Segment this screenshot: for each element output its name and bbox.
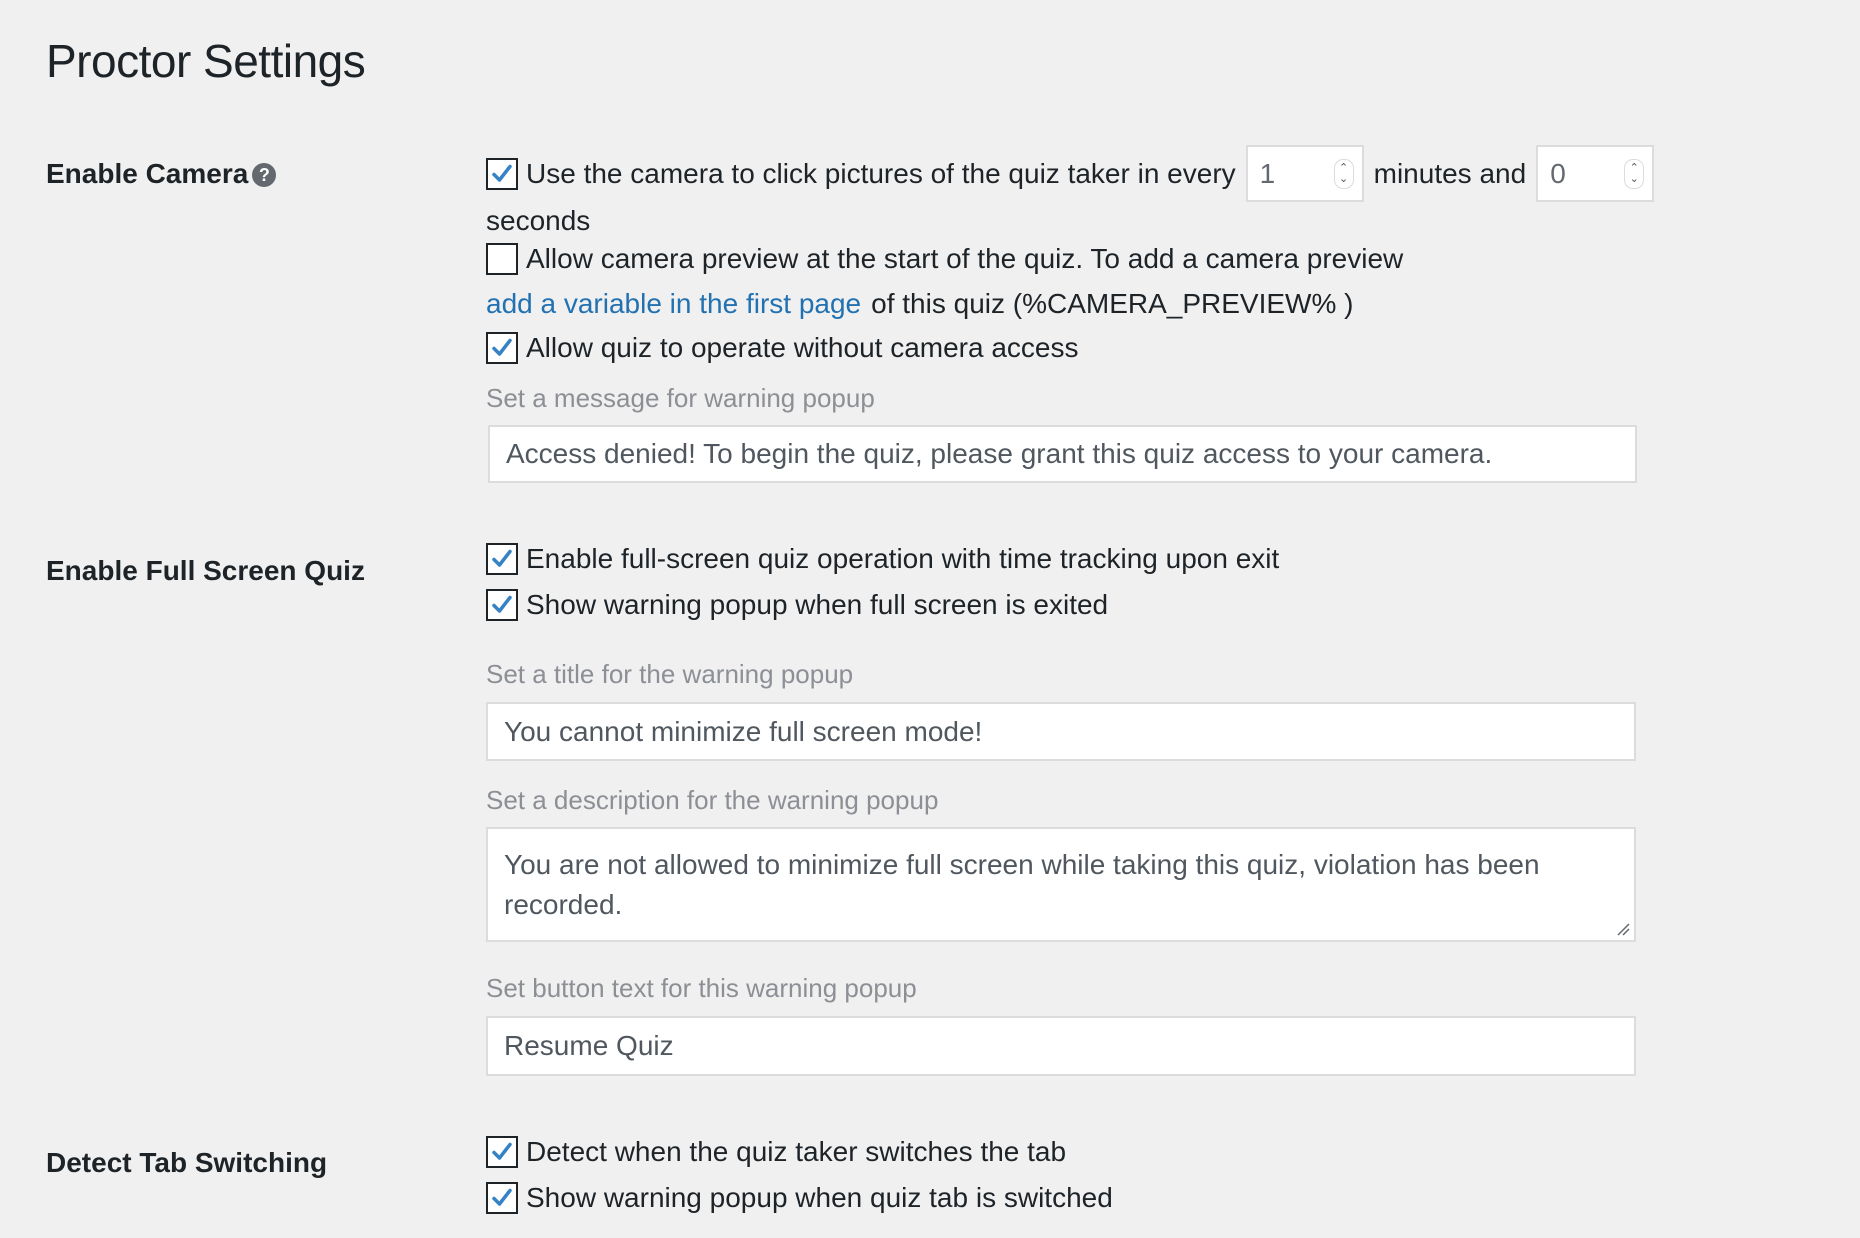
fullscreen-enable-row: Enable full-screen quiz operation with t… bbox=[486, 543, 1279, 575]
fullscreen-enable-checkbox[interactable] bbox=[486, 543, 518, 575]
minutes-spinner[interactable]: ⌃ ⌄ bbox=[1333, 158, 1354, 189]
fullscreen-warning-text: Show warning popup when full screen is e… bbox=[526, 589, 1109, 620]
popup-title-input[interactable]: You cannot minimize full screen mode! bbox=[486, 702, 1636, 761]
checkmark-icon bbox=[492, 164, 512, 182]
popup-button-input[interactable]: Resume Quiz bbox=[486, 1016, 1636, 1076]
fullscreen-label: Enable Full Screen Quiz bbox=[46, 555, 365, 586]
camera-capture-row: Use the camera to click pictures of the … bbox=[486, 145, 1664, 202]
checkmark-icon bbox=[492, 1142, 512, 1160]
camera-capture-text: Use the camera to click pictures of the … bbox=[526, 157, 1236, 189]
popup-title-label: Set a title for the warning popup bbox=[486, 659, 854, 689]
without-access-row: Allow quiz to operate without camera acc… bbox=[486, 332, 1079, 364]
popup-button-label: Set button text for this warning popup bbox=[486, 973, 917, 1003]
tab-detect-row: Detect when the quiz taker switches the … bbox=[486, 1136, 1066, 1168]
warning-message-value: Access denied! To begin the quiz, please… bbox=[506, 438, 1493, 469]
tab-switching-label: Detect Tab Switching bbox=[46, 1147, 328, 1178]
camera-preview-text: Allow camera preview at the start of the… bbox=[526, 243, 1404, 274]
warning-message-label: Set a message for warning popup bbox=[486, 383, 875, 413]
popup-button-value: Resume Quiz bbox=[504, 1030, 674, 1061]
without-access-checkbox[interactable] bbox=[486, 332, 518, 364]
checkmark-icon bbox=[492, 1188, 512, 1206]
popup-description-textarea[interactable]: You are not allowed to minimize full scr… bbox=[486, 827, 1636, 942]
seconds-input[interactable]: 0 ⌃ ⌄ bbox=[1536, 145, 1655, 202]
chevron-up-icon[interactable]: ⌃ bbox=[1630, 162, 1639, 174]
chevron-down-icon[interactable]: ⌄ bbox=[1630, 173, 1639, 185]
camera-preview-checkbox[interactable] bbox=[486, 243, 518, 275]
popup-description-value: You are not allowed to minimize full scr… bbox=[504, 849, 1540, 920]
chevron-down-icon[interactable]: ⌄ bbox=[1339, 173, 1348, 185]
resize-handle-icon[interactable] bbox=[1616, 922, 1630, 936]
tab-warning-text: Show warning popup when quiz tab is swit… bbox=[526, 1182, 1113, 1213]
fullscreen-warning-row: Show warning popup when full screen is e… bbox=[486, 589, 1108, 621]
minutes-input[interactable]: 1 ⌃ ⌄ bbox=[1245, 145, 1364, 202]
checkmark-icon bbox=[492, 338, 512, 356]
page-title: Proctor Settings bbox=[46, 35, 366, 87]
minutes-and-text: minutes and bbox=[1373, 157, 1527, 189]
help-icon[interactable]: ? bbox=[252, 163, 277, 187]
popup-title-value: You cannot minimize full screen mode! bbox=[504, 715, 983, 747]
fullscreen-enable-text: Enable full-screen quiz operation with t… bbox=[526, 543, 1280, 574]
chevron-up-icon[interactable]: ⌃ bbox=[1339, 162, 1348, 174]
enable-camera-label: Enable Camera? bbox=[46, 158, 277, 190]
camera-preview-variable-text: of this quiz (%CAMERA_PREVIEW% ) bbox=[871, 288, 1354, 319]
camera-preview-row: Allow camera preview at the start of the… bbox=[486, 243, 1403, 275]
popup-description-label: Set a description for the warning popup bbox=[486, 785, 939, 815]
camera-capture-checkbox[interactable] bbox=[486, 157, 518, 190]
minutes-value: 1 bbox=[1259, 157, 1276, 189]
checkmark-icon bbox=[492, 595, 512, 613]
fullscreen-warning-checkbox[interactable] bbox=[486, 589, 518, 621]
without-access-text: Allow quiz to operate without camera acc… bbox=[526, 332, 1079, 363]
tab-warning-row: Show warning popup when quiz tab is swit… bbox=[486, 1182, 1113, 1214]
tab-warning-checkbox[interactable] bbox=[486, 1182, 518, 1214]
seconds-spinner[interactable]: ⌃ ⌄ bbox=[1624, 158, 1645, 189]
tab-detect-checkbox[interactable] bbox=[486, 1136, 518, 1168]
add-variable-link[interactable]: add a variable in the first page bbox=[486, 288, 861, 320]
checkmark-icon bbox=[492, 549, 512, 567]
enable-camera-label-text: Enable Camera bbox=[46, 158, 249, 189]
seconds-value: 0 bbox=[1550, 157, 1566, 189]
camera-preview-link-row: add a variable in the first page of this… bbox=[486, 288, 1353, 320]
warning-message-input[interactable]: Access denied! To begin the quiz, please… bbox=[488, 425, 1637, 483]
seconds-text: seconds bbox=[486, 205, 591, 236]
tab-detect-text: Detect when the quiz taker switches the … bbox=[526, 1136, 1067, 1167]
